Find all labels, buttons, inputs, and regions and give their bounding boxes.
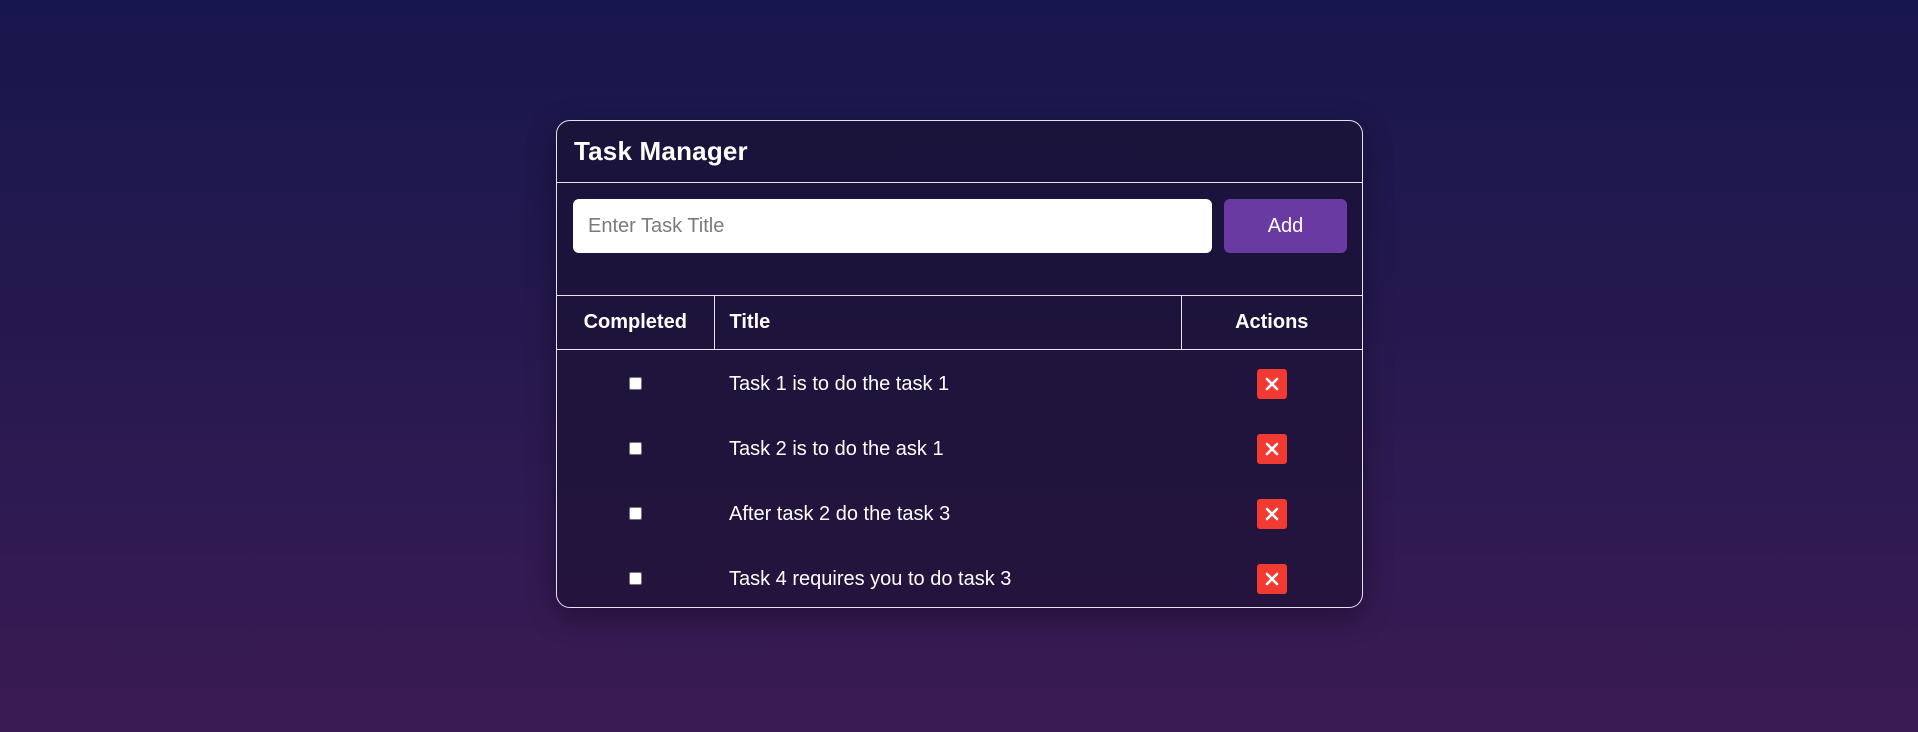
- card-header: Task Manager: [557, 121, 1362, 183]
- task-title: Task 4 requires you to do task 3: [729, 568, 1012, 590]
- completed-checkbox[interactable]: [629, 442, 642, 456]
- column-header-completed: Completed: [557, 295, 714, 350]
- delete-task-button[interactable]: [1256, 498, 1287, 529]
- delete-task-button[interactable]: [1256, 433, 1287, 464]
- actions-cell: [1181, 482, 1362, 547]
- table-row: After task 2 do the task 3: [557, 482, 1362, 547]
- table-row: Task 2 is to do the ask 1: [557, 417, 1362, 482]
- table-row: Task 4 requires you to do task 3: [557, 547, 1362, 607]
- delete-task-button[interactable]: [1256, 368, 1287, 399]
- close-icon: [1265, 572, 1278, 585]
- close-icon: [1265, 507, 1278, 520]
- actions-cell: [1181, 547, 1362, 607]
- completed-checkbox[interactable]: [629, 572, 642, 586]
- completed-checkbox[interactable]: [629, 377, 642, 391]
- task-title: Task 1 is to do the task 1: [729, 373, 950, 395]
- column-header-title: Title: [713, 295, 1182, 350]
- column-header-actions: Actions: [1181, 295, 1362, 350]
- table-header-row: Completed Title Actions: [557, 295, 1362, 350]
- delete-task-button[interactable]: [1256, 563, 1287, 594]
- completed-cell: [557, 482, 714, 547]
- completed-checkbox[interactable]: [629, 507, 642, 521]
- task-manager-card: Task Manager Add Completed Title Actions…: [556, 120, 1363, 608]
- table-body: Task 1 is to do the task 1 Task 2 is to …: [557, 350, 1362, 608]
- add-task-form: Add: [557, 183, 1362, 295]
- table-header: Completed Title Actions: [557, 295, 1362, 350]
- task-title: After task 2 do the task 3: [729, 503, 951, 525]
- page-title: Task Manager: [574, 136, 748, 166]
- task-title: Task 2 is to do the ask 1: [729, 438, 944, 460]
- add-task-button[interactable]: Add: [1224, 199, 1347, 253]
- completed-cell: [557, 547, 714, 607]
- task-title-input[interactable]: [573, 199, 1212, 253]
- table-row: Task 1 is to do the task 1: [557, 350, 1362, 418]
- actions-cell: [1181, 417, 1362, 482]
- completed-cell: [557, 350, 714, 418]
- actions-cell: [1181, 350, 1362, 418]
- completed-cell: [557, 417, 714, 482]
- close-icon: [1265, 377, 1278, 390]
- close-icon: [1265, 442, 1278, 455]
- task-table: Completed Title Actions Task 1 is to do …: [557, 295, 1362, 608]
